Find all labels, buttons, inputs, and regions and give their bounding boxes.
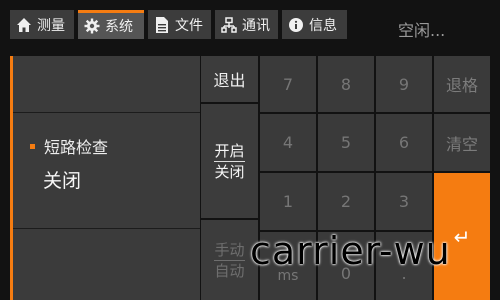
info-icon	[287, 16, 304, 33]
tab-label: 系统	[105, 19, 133, 35]
backspace-button[interactable]: 退格	[434, 56, 490, 112]
toggle-manual-label: 手动	[214, 240, 245, 261]
toggle-on-off-button[interactable]: 开启 关闭	[201, 104, 258, 218]
tab-measure[interactable]: 测量	[10, 10, 74, 39]
exit-button[interactable]: 退出	[201, 56, 258, 102]
tab-label: 测量	[37, 17, 65, 34]
key-2[interactable]: 2	[318, 173, 374, 230]
watermark-text: carrier-wu	[250, 229, 451, 273]
parameter-label: 短路检查	[30, 134, 108, 158]
key-9[interactable]: 9	[376, 56, 432, 112]
key-7[interactable]: 7	[260, 56, 316, 112]
tab-system[interactable]: 系统	[78, 10, 144, 39]
top-tab-bar: 测量 系统 文件 通讯 信息 空闲...	[0, 0, 500, 46]
network-icon	[220, 16, 237, 33]
tab-communication[interactable]: 通讯	[215, 10, 278, 39]
home-icon	[15, 16, 32, 33]
toggle-auto-label: 自动	[214, 261, 245, 280]
key-6[interactable]: 6	[376, 114, 432, 171]
tab-file[interactable]: 文件	[148, 10, 211, 39]
divider	[13, 228, 200, 229]
bullet-icon	[30, 144, 35, 149]
toggle-off-label: 关闭	[214, 162, 245, 181]
enter-icon: ↵	[453, 224, 471, 249]
parameter-value: 关闭	[43, 170, 82, 192]
toggle-on-label: 开启	[214, 141, 245, 162]
document-icon	[153, 16, 170, 33]
clear-button[interactable]: 清空	[434, 114, 490, 171]
key-3[interactable]: 3	[376, 173, 432, 230]
tab-label: 通讯	[242, 17, 270, 34]
tab-info[interactable]: 信息	[282, 10, 347, 39]
key-8[interactable]: 8	[318, 56, 374, 112]
key-4[interactable]: 4	[260, 114, 316, 171]
key-1[interactable]: 1	[260, 173, 316, 230]
gear-icon	[83, 18, 100, 35]
status-text: 空闲...	[398, 21, 446, 40]
tab-label: 文件	[175, 17, 203, 34]
tab-label: 信息	[309, 17, 337, 34]
key-5[interactable]: 5	[318, 114, 374, 171]
parameter-row-short-circuit[interactable]: 短路检查 关闭	[10, 112, 200, 228]
